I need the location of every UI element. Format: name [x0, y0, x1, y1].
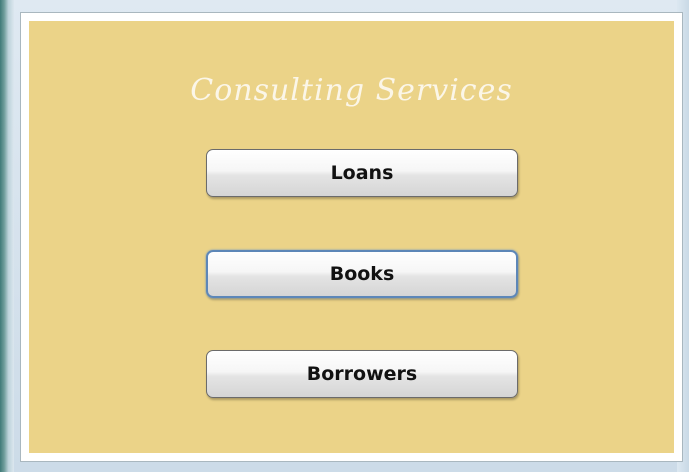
- books-button[interactable]: Books: [206, 250, 518, 298]
- form-title: Consulting Services: [190, 73, 513, 108]
- window-frame-left: [0, 0, 14, 472]
- borrowers-button[interactable]: Borrowers: [206, 350, 518, 398]
- form-panel: Consulting Services Loans Books Borrower…: [20, 12, 683, 462]
- form-canvas: Consulting Services Loans Books Borrower…: [29, 21, 674, 453]
- loans-button[interactable]: Loans: [206, 149, 518, 197]
